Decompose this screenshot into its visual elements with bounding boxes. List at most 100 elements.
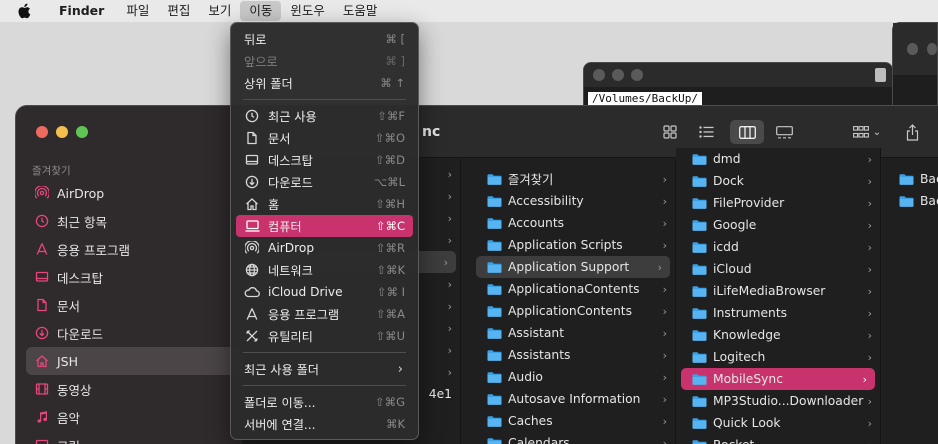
finder-window[interactable]: 즐겨찾기 AirDrop 최근 항목 응용 프로그램 데스크탑 문서 다운로드 … — [15, 105, 938, 444]
minimize-button[interactable] — [612, 69, 624, 81]
folder-row[interactable]: MobileSync › — [681, 368, 875, 390]
folder-row[interactable]: iCloud › — [676, 258, 880, 280]
menu-item-enclosing-folder[interactable]: 상위 폴더 ⌘ ↑ — [236, 72, 413, 94]
folder-label: Calendars — [508, 436, 570, 444]
folder-row[interactable]: Bac — [881, 168, 938, 190]
menu-item-recents[interactable]: 최근 사용 ⇧⌘F — [236, 105, 413, 127]
shortcut-label: ⇧⌘ I — [376, 285, 405, 299]
folder-row[interactable]: Application Scripts › — [471, 234, 675, 256]
folder-row[interactable]: Assistants › — [471, 344, 675, 366]
folder-icon — [487, 438, 502, 444]
menu-view[interactable]: 보기 — [199, 1, 240, 21]
folder-row[interactable]: iLifeMediaBrowser › — [676, 280, 880, 302]
sidebar-item-music[interactable]: 음악 — [26, 403, 242, 431]
list-view-button[interactable] — [694, 120, 718, 144]
menu-item-go-to-folder[interactable]: 폴더로 이동... ⇧⌘G — [236, 391, 413, 413]
menu-item-desktop[interactable]: 데스크탑 ⇧⌘D — [236, 149, 413, 171]
menu-item-back[interactable]: 뒤로 ⌘ [ — [236, 28, 413, 50]
folder-row[interactable]: Instruments › — [676, 302, 880, 324]
shortcut-label: ⇧⌘C — [375, 219, 405, 233]
minimize-button[interactable] — [926, 43, 937, 55]
menu-item-airdrop[interactable]: AirDrop ⇧⌘R — [236, 237, 413, 259]
folder-row[interactable]: Logitech › — [676, 346, 880, 368]
chevron-right-icon: › — [867, 394, 872, 408]
close-button[interactable] — [593, 69, 605, 81]
folder-row[interactable]: Application Support › — [476, 256, 670, 278]
icon-view-button[interactable] — [658, 120, 682, 144]
close-button[interactable] — [907, 43, 918, 55]
sidebar-item-label: JSH — [57, 353, 79, 369]
finder-column-application-support: dmd › Dock › FileProvider › Google › icdd › iCloud… — [676, 148, 881, 444]
menu-item-label: 뒤로 — [244, 33, 267, 47]
menu-window[interactable]: 윈도우 — [281, 1, 334, 21]
folder-label: Caches — [508, 414, 553, 428]
menu-go[interactable]: 이동 — [240, 1, 282, 21]
folder-row[interactable]: icdd › — [676, 236, 880, 258]
folder-row[interactable]: Knowledge › — [676, 324, 880, 346]
sidebar-item-pictures[interactable]: 그림 — [26, 431, 242, 444]
folder-row[interactable]: Calendars › — [471, 432, 675, 444]
menu-finder[interactable]: Finder — [50, 1, 113, 21]
folder-row[interactable]: dmd › — [676, 148, 880, 170]
menu-item-network[interactable]: 네트워크 ⇧⌘K — [236, 259, 413, 281]
folder-row[interactable]: Rocket › — [676, 434, 880, 444]
terminal-titlebar[interactable] — [584, 63, 892, 87]
menu-separator — [243, 99, 406, 100]
folder-row[interactable]: MP3Studio...Downloader › — [676, 390, 880, 412]
folder-row[interactable]: Caches › — [471, 410, 675, 432]
gallery-view-button[interactable] — [772, 120, 796, 144]
menu-item-utilities[interactable]: 유틸리티 ⇧⌘U — [236, 325, 413, 347]
folder-label: Bac — [920, 194, 938, 208]
folder-row[interactable]: ApplicationaContents › — [471, 278, 675, 300]
menu-item-applications[interactable]: 응용 프로그램 ⇧⌘A — [236, 303, 413, 325]
apple-logo-icon[interactable] — [12, 3, 36, 19]
shortcut-label: ⌘ ↑ — [380, 76, 405, 90]
sidebar-item-documents[interactable]: 문서 — [26, 291, 242, 319]
menu-item-label: 최근 사용 폴더 — [244, 363, 320, 377]
folder-icon — [899, 196, 914, 207]
folder-row[interactable]: Google › — [676, 214, 880, 236]
column-view-button[interactable] — [730, 120, 764, 144]
group-by-button[interactable]: ⌄ — [848, 120, 886, 144]
folder-row[interactable]: Quick Look › — [676, 412, 880, 434]
menu-file[interactable]: 파일 — [117, 1, 158, 21]
folder-row[interactable]: 즐겨찾기 › — [471, 168, 675, 190]
folder-row[interactable]: ApplicationContents › — [471, 300, 675, 322]
minimize-button[interactable] — [56, 126, 68, 138]
folder-row[interactable]: Accounts › — [471, 212, 675, 234]
sidebar-item-home[interactable]: JSH — [26, 347, 242, 375]
folder-row[interactable]: Bac — [881, 190, 938, 212]
sidebar-item-downloads[interactable]: 다운로드 — [26, 319, 242, 347]
sidebar-item-airdrop[interactable]: AirDrop — [26, 179, 242, 207]
sidebar-item-recents[interactable]: 최근 항목 — [26, 207, 242, 235]
folder-row[interactable]: Dock › — [676, 170, 880, 192]
sidebar-item-label: 데스크탑 — [57, 270, 104, 286]
home-icon — [244, 196, 260, 212]
sidebar-item-desktop[interactable]: 데스크탑 — [26, 263, 242, 291]
folder-row[interactable]: Autosave Information › — [471, 388, 675, 410]
folder-label: iLifeMediaBrowser — [713, 284, 826, 298]
folder-row[interactable]: FileProvider › — [676, 192, 880, 214]
shortcut-label: ⌘K — [385, 417, 405, 431]
menu-item-icloud-drive[interactable]: iCloud Drive ⇧⌘ I — [236, 281, 413, 303]
zoom-button[interactable] — [631, 69, 643, 81]
menu-item-recent-folders[interactable]: 최근 사용 폴더 › — [236, 358, 413, 380]
folder-label: Application Support — [508, 260, 630, 274]
menu-item-connect-to-server[interactable]: 서버에 연결... ⌘K — [236, 413, 413, 435]
folder-row[interactable]: Assistant › — [471, 322, 675, 344]
menu-item-computer[interactable]: 컴퓨터 ⇧⌘C — [236, 215, 413, 237]
sidebar-item-applications[interactable]: 응용 프로그램 — [26, 235, 242, 263]
chevron-right-icon: › — [662, 326, 667, 340]
sidebar-item-movies[interactable]: 동영상 — [26, 375, 242, 403]
zoom-button[interactable] — [76, 126, 88, 138]
menu-item-downloads[interactable]: 다운로드 ⌥⌘L — [236, 171, 413, 193]
menu-item-documents[interactable]: 문서 ⇧⌘O — [236, 127, 413, 149]
folder-row[interactable]: Audio › — [471, 366, 675, 388]
menu-edit[interactable]: 편집 — [158, 1, 199, 21]
menu-item-label: 유틸리티 — [268, 330, 313, 344]
menu-item-home[interactable]: 홈 ⇧⌘H — [236, 193, 413, 215]
share-button[interactable] — [900, 120, 924, 144]
close-button[interactable] — [36, 126, 48, 138]
menu-help[interactable]: 도움말 — [334, 1, 387, 21]
folder-row[interactable]: Accessibility › — [471, 190, 675, 212]
